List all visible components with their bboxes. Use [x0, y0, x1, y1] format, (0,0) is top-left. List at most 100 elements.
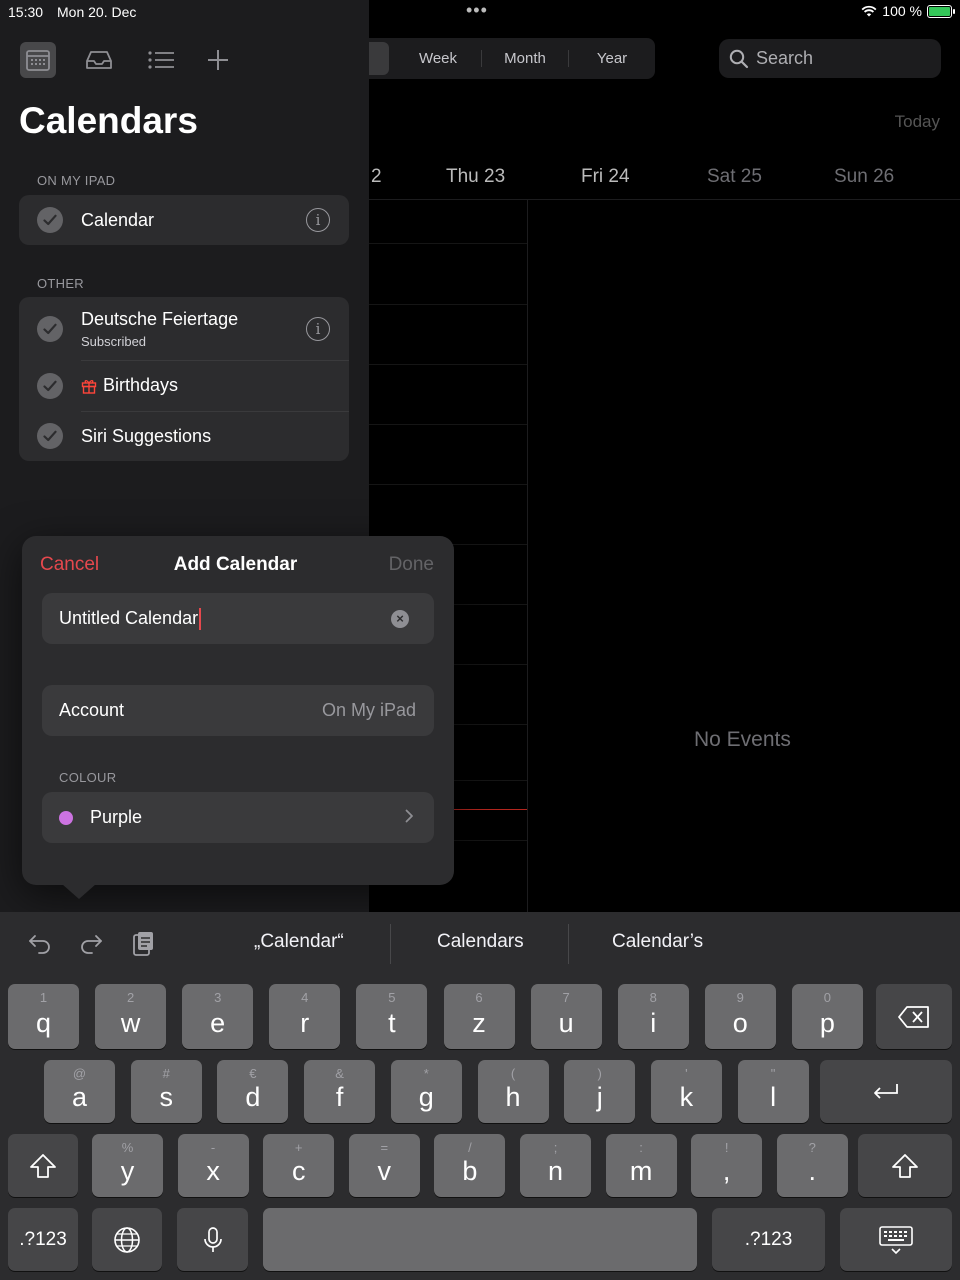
globe-key[interactable] [92, 1208, 162, 1271]
return-key[interactable] [820, 1060, 952, 1123]
add-icon[interactable] [200, 42, 236, 78]
info-icon[interactable]: i [306, 316, 330, 341]
key-e[interactable]: 3e [182, 984, 254, 1049]
calendar-name-field[interactable]: Untitled Calendar × [42, 593, 434, 644]
numbers-key-right[interactable]: .?123 [712, 1208, 825, 1271]
calendar-row-label: Siri Suggestions [81, 425, 212, 446]
suggestion-1[interactable]: „Calendar“ [254, 931, 344, 953]
calendar-row-birthdays[interactable]: Birthdays [19, 360, 349, 411]
key-t[interactable]: 5t [356, 984, 428, 1049]
checkmark-icon[interactable] [37, 372, 63, 399]
key-label: o [732, 1008, 748, 1038]
key-k[interactable]: ' k [650, 1060, 722, 1123]
key-j[interactable]: ) j [564, 1060, 636, 1123]
colour-row[interactable]: Purple [42, 792, 434, 843]
suggestion-2[interactable]: Calendars [437, 931, 524, 953]
calendar-row-siri[interactable]: Siri Suggestions [19, 411, 349, 461]
key-w[interactable]: 2w [95, 984, 167, 1049]
inbox-icon[interactable] [81, 42, 117, 78]
globe-icon [114, 1226, 140, 1253]
checkmark-icon[interactable] [37, 207, 63, 233]
paste-icon[interactable] [128, 928, 158, 958]
key-s[interactable]: # s [130, 1060, 202, 1123]
key-p[interactable]: 0p [791, 984, 863, 1049]
done-button[interactable]: Done [389, 554, 434, 576]
key-y[interactable]: % y [92, 1134, 163, 1197]
checkmark-icon[interactable] [37, 423, 63, 449]
key-g[interactable]: * g [390, 1060, 462, 1123]
key-u[interactable]: 7u [530, 984, 602, 1049]
key-alt-label: = [380, 1140, 389, 1155]
key-label: f [335, 1082, 344, 1112]
key-label: e [210, 1008, 226, 1038]
key-m[interactable]: :m [605, 1134, 677, 1197]
day-sun[interactable]: Sun 26 [834, 166, 894, 188]
search-icon [729, 49, 749, 68]
key-q[interactable]: 1q [8, 984, 79, 1049]
clear-text-icon[interactable]: × [391, 609, 409, 628]
shift-key-right[interactable] [858, 1134, 952, 1197]
search-field[interactable]: Search [719, 39, 941, 78]
key-h[interactable]: (h [477, 1060, 549, 1123]
today-button[interactable]: Today [895, 112, 940, 132]
backspace-key[interactable] [876, 984, 952, 1049]
segment-year[interactable]: Year [569, 50, 655, 67]
undo-icon[interactable] [25, 928, 55, 958]
info-icon[interactable]: i [306, 208, 330, 232]
key-alt-label: ? [808, 1140, 816, 1155]
status-date: Mon 20. Dec [57, 4, 137, 20]
key-label: i [650, 1008, 657, 1038]
suggestion-3[interactable]: Calendar’s [612, 931, 703, 953]
segment-month[interactable]: Month [482, 50, 569, 67]
day-fri[interactable]: Fri 24 [581, 166, 630, 188]
key-i[interactable]: 8i [617, 984, 689, 1049]
redo-icon[interactable] [76, 928, 106, 958]
key-n[interactable]: ; n [520, 1134, 591, 1197]
key-x[interactable]: -x [177, 1134, 249, 1197]
calendar-row-holidays[interactable]: Deutsche Feiertage Subscribed i [19, 297, 349, 360]
key-alt-label: ( [510, 1066, 516, 1081]
segment-week[interactable]: Week [395, 50, 482, 67]
key-b[interactable]: / b [434, 1134, 506, 1197]
key-label: n [547, 1156, 564, 1186]
day-thu[interactable]: Thu 23 [446, 166, 505, 188]
key-label: a [71, 1082, 88, 1112]
numbers-key-label: .?123 [19, 1228, 67, 1250]
account-value: On My iPad [321, 700, 416, 720]
key-alt-label: ! [724, 1140, 729, 1155]
key-c[interactable]: + c [263, 1134, 335, 1197]
key-label: s [159, 1082, 173, 1112]
day-sat[interactable]: Sat 25 [707, 166, 762, 188]
dismiss-keyboard-key[interactable] [840, 1208, 952, 1271]
key-f[interactable]: & f [304, 1060, 376, 1123]
space-key[interactable] [263, 1208, 697, 1271]
checkmark-icon[interactable] [37, 315, 63, 342]
day-header-divider [369, 199, 960, 200]
multitasking-dots-icon[interactable]: ••• [466, 0, 488, 21]
segment-selected[interactable] [369, 42, 389, 75]
battery-icon [927, 4, 955, 18]
key-alt-label: ; [553, 1140, 558, 1155]
key-label: t [388, 1008, 396, 1038]
shift-key-left[interactable] [8, 1134, 78, 1197]
dictation-key[interactable] [177, 1208, 248, 1271]
key-d[interactable]: € d [217, 1060, 289, 1123]
key-alt-label: 8 [649, 990, 657, 1005]
key-o[interactable]: 9o [704, 984, 776, 1049]
key-alt-label: 6 [475, 990, 483, 1005]
key-a[interactable]: @ a [44, 1060, 115, 1123]
key-r[interactable]: 4r [269, 984, 341, 1049]
calendar-view-icon[interactable] [20, 42, 56, 78]
key-v[interactable]: = v [348, 1134, 420, 1197]
key-.[interactable]: ?. [776, 1134, 848, 1197]
key-z[interactable]: 6z [443, 984, 515, 1049]
numbers-key-left[interactable]: .?123 [8, 1208, 78, 1271]
calendar-row-calendar[interactable]: Calendar i [19, 195, 349, 245]
list-icon[interactable] [143, 42, 179, 78]
key-l[interactable]: " l [737, 1060, 809, 1123]
account-row[interactable]: Account On My iPad [42, 685, 434, 736]
key-alt-label: 0 [823, 990, 831, 1005]
key-label: w [120, 1008, 141, 1038]
text-cursor [199, 607, 202, 630]
key-,[interactable]: !, [691, 1134, 763, 1197]
